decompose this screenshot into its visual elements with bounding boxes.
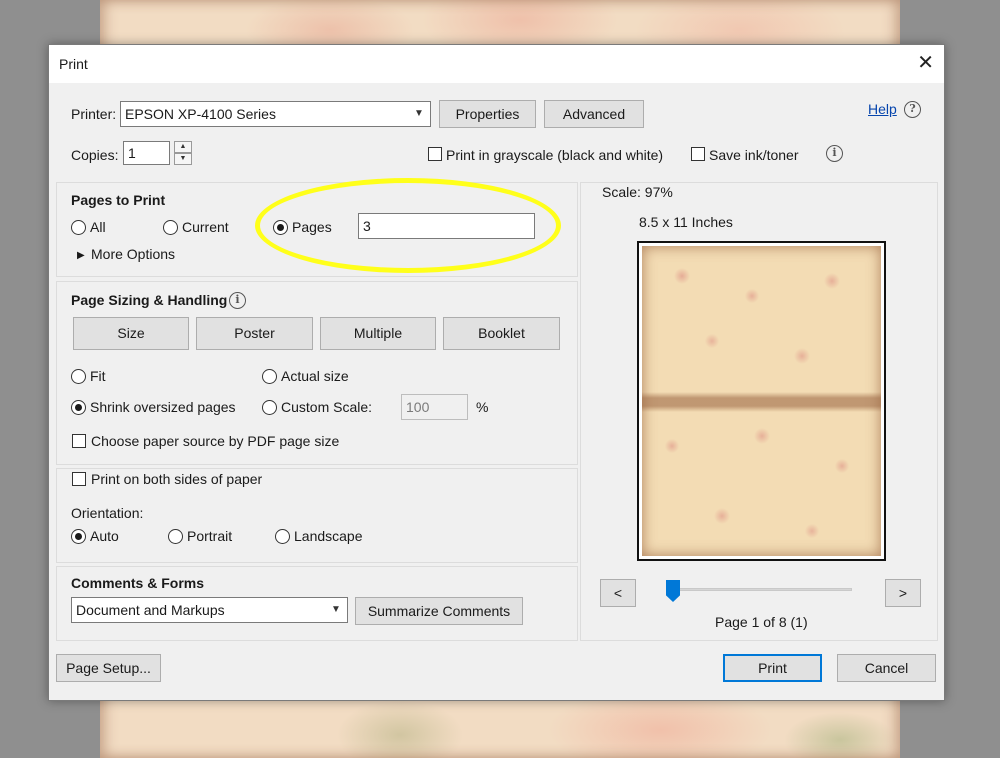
dialog-title: Print	[59, 56, 88, 72]
save-ink-checkbox[interactable]	[691, 147, 705, 161]
printer-select[interactable]: EPSON XP-4100 Series ▼	[120, 101, 431, 127]
copies-label: Copies:	[71, 147, 119, 163]
comments-forms-title: Comments & Forms	[71, 575, 205, 591]
page-sizing-title: Page Sizing & Handling	[71, 292, 228, 308]
paper-source-label: Choose paper source by PDF page size	[91, 433, 340, 449]
more-options-label[interactable]: More Options	[91, 246, 175, 262]
pages-to-print-title: Pages to Print	[71, 192, 166, 208]
print-dialog: Print ✕ Printer: EPSON XP-4100 Series ▼ …	[48, 44, 945, 701]
cancel-button[interactable]: Cancel	[837, 654, 936, 682]
actual-size-label: Actual size	[281, 368, 349, 384]
fit-radio[interactable]	[71, 369, 86, 384]
print-button[interactable]: Print	[723, 654, 822, 682]
comments-forms-selected-value: Document and Markups	[76, 602, 225, 618]
save-ink-label: Save ink/toner	[709, 147, 799, 163]
title-bar: Print ✕	[49, 45, 944, 83]
poster-tab-button[interactable]: Poster	[196, 317, 313, 350]
copies-increment-arrow-up-icon[interactable]: ▲	[174, 141, 192, 153]
next-page-button[interactable]: >	[885, 579, 921, 607]
comments-forms-select[interactable]: Document and Markups ▼	[71, 597, 348, 623]
both-sides-label: Print on both sides of paper	[91, 471, 263, 487]
pages-range-radio[interactable]	[273, 220, 288, 235]
paper-source-checkbox[interactable]	[72, 434, 86, 448]
pages-range-label: Pages	[292, 219, 332, 235]
page-indicator: Page 1 of 8 (1)	[715, 614, 808, 630]
chevron-down-icon: ▼	[414, 108, 424, 119]
help-link[interactable]: Help	[868, 101, 897, 117]
copies-decrement-arrow-down-icon[interactable]: ▼	[174, 153, 192, 165]
shrink-oversized-radio[interactable]	[71, 400, 86, 415]
printer-label: Printer:	[71, 106, 117, 122]
close-icon[interactable]: ✕	[917, 51, 934, 75]
current-page-radio[interactable]	[163, 220, 178, 235]
shrink-oversized-label: Shrink oversized pages	[90, 399, 236, 415]
previous-page-button[interactable]: <	[600, 579, 636, 607]
help-circle-icon[interactable]: ?	[904, 101, 921, 118]
print-preview	[637, 241, 886, 561]
preview-page-image	[642, 246, 881, 556]
printer-selected-value: EPSON XP-4100 Series	[125, 106, 276, 122]
all-pages-label: All	[90, 219, 106, 235]
multiple-tab-button[interactable]: Multiple	[320, 317, 436, 350]
all-pages-radio[interactable]	[71, 220, 86, 235]
chevron-down-icon: ▼	[331, 604, 341, 615]
page-setup-button[interactable]: Page Setup...	[56, 654, 161, 682]
both-sides-checkbox[interactable]	[72, 472, 86, 486]
current-page-label: Current	[182, 219, 229, 235]
preview-paper-size: 8.5 x 11 Inches	[639, 214, 733, 230]
copies-input[interactable]: 1	[123, 141, 170, 165]
percent-sign: %	[476, 399, 489, 415]
actual-size-radio[interactable]	[262, 369, 277, 384]
orientation-landscape-radio[interactable]	[275, 529, 290, 544]
custom-scale-radio[interactable]	[262, 400, 277, 415]
custom-scale-input[interactable]: 100	[401, 394, 468, 420]
grayscale-label: Print in grayscale (black and white)	[446, 147, 664, 163]
orientation-auto-label: Auto	[90, 528, 119, 544]
info-icon[interactable]: i	[826, 145, 843, 162]
properties-button[interactable]: Properties	[439, 100, 536, 128]
orientation-label: Orientation:	[71, 505, 144, 521]
orientation-auto-radio[interactable]	[71, 529, 86, 544]
orientation-portrait-label: Portrait	[187, 528, 233, 544]
size-tab-button[interactable]: Size	[73, 317, 189, 350]
preview-scale-text: Scale: 97%	[602, 184, 673, 200]
summarize-comments-button[interactable]: Summarize Comments	[355, 597, 523, 625]
booklet-tab-button[interactable]: Booklet	[443, 317, 560, 350]
page-slider-track[interactable]	[669, 588, 852, 591]
info-icon[interactable]: i	[229, 292, 246, 309]
orientation-portrait-radio[interactable]	[168, 529, 183, 544]
orientation-landscape-label: Landscape	[294, 528, 363, 544]
fit-label: Fit	[90, 368, 106, 384]
custom-scale-label: Custom Scale:	[281, 399, 373, 415]
expand-triangle-icon[interactable]: ▶	[77, 250, 85, 261]
grayscale-checkbox[interactable]	[428, 147, 442, 161]
advanced-button[interactable]: Advanced	[544, 100, 644, 128]
pages-range-input[interactable]: 3	[358, 213, 535, 239]
